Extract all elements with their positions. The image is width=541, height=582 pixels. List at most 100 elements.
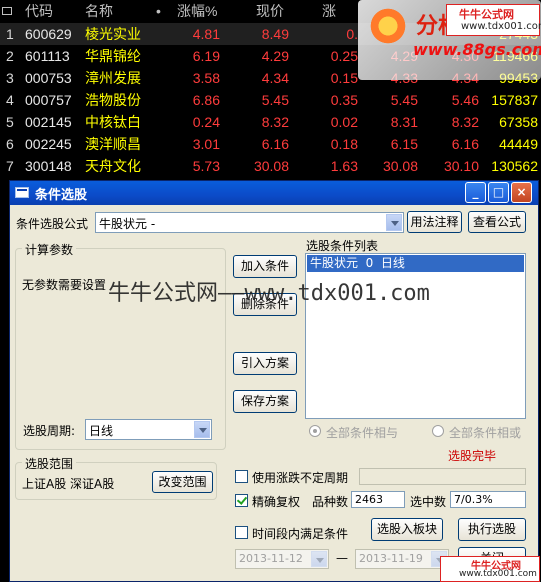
all-or-radio[interactable] — [432, 425, 444, 437]
count-label: 品种数 — [312, 495, 349, 509]
all-and-label[interactable]: 全部条件相与 — [326, 424, 398, 441]
chevron-down-icon[interactable] — [194, 421, 210, 438]
watermark-text: 牛牛公式网——www.tdx001.com — [108, 281, 430, 306]
cell-idx: 2 — [6, 48, 14, 64]
chevron-down-icon[interactable] — [386, 214, 402, 231]
usage-button[interactable]: 用法注释 — [407, 211, 462, 233]
count-field: 2463 — [351, 491, 405, 508]
cell-name: 棱光实业 — [85, 26, 141, 42]
formula-select[interactable]: 牛股状元 - — [95, 212, 404, 233]
cell-idx: 1 — [6, 26, 14, 42]
cell-code: 000753 — [25, 70, 72, 86]
cell-buy: 6.15 — [390, 136, 418, 152]
table-row[interactable]: 5 002145 中核钛白 0.24 8.32 0.02 8.31 8.32 67358 — [0, 111, 541, 133]
chevron-down-icon[interactable] — [311, 551, 327, 567]
cell-code: 300148 — [25, 158, 72, 174]
header-code[interactable]: 代码 — [25, 0, 53, 22]
precise-rights-checkbox[interactable] — [235, 494, 248, 507]
window-icon — [15, 187, 29, 198]
cell-name: 中核钛白 — [85, 114, 141, 130]
stock-table: 代码 名称 • 涨幅% 现价 涨 1 600629 棱光实业 4.81 8.49 0. 2 7… — [0, 0, 541, 180]
table-row[interactable]: 6 002245 澳洋顺昌 3.01 6.16 0.18 6.15 6.16 44449 — [0, 133, 541, 155]
precise-rights-label[interactable]: 精确复权 — [252, 493, 300, 510]
cell-pct: 4.81 — [192, 26, 220, 42]
cell-chg: 0. — [346, 26, 358, 42]
date-from-select[interactable]: 2013-11-12 — [235, 549, 329, 569]
cell-chg: 0.25 — [330, 48, 358, 64]
cell-pct: 3.58 — [192, 70, 220, 86]
import-plan-button[interactable]: 引入方案 — [233, 352, 297, 375]
cell-buy: 30.08 — [382, 158, 418, 174]
cell-vol: 130562 — [491, 158, 538, 174]
cell-name: 天舟文化 — [85, 158, 141, 174]
title-bar[interactable]: 条件选股 _ □ × — [10, 181, 538, 205]
cell-vol: 157837 — [491, 92, 538, 108]
period-select[interactable]: 日线 — [85, 419, 212, 440]
view-formula-button[interactable]: 查看公式 — [468, 211, 526, 233]
stamp-url: www.tdx001.com — [459, 569, 537, 579]
cell-chg: 0.15 — [330, 70, 358, 86]
selected-label: 选中数 — [410, 495, 447, 509]
save-plan-button[interactable]: 保存方案 — [233, 390, 297, 413]
header-name[interactable]: 名称 — [85, 0, 113, 22]
range-group-title: 选股范围 — [22, 455, 77, 472]
uncertain-period-checkbox[interactable] — [235, 470, 248, 483]
to-block-button[interactable]: 选股入板块 — [371, 518, 443, 541]
table-row[interactable]: 7 300148 天舟文化 5.73 30.08 1.63 30.08 30.10 130562 — [0, 155, 541, 177]
cell-idx: 7 — [6, 158, 14, 174]
cell-chg: 0.35 — [330, 92, 358, 108]
minimize-button[interactable]: _ — [465, 182, 486, 203]
logo-site: www.88gs.com — [413, 40, 541, 59]
cell-code: 002145 — [25, 114, 72, 130]
condition-list-label: 选股条件列表 — [306, 239, 379, 253]
change-range-button[interactable]: 改变范围 — [152, 471, 213, 493]
cell-price: 4.34 — [261, 70, 289, 86]
no-params-text: 无参数需要设置 — [22, 278, 107, 292]
header-pct[interactable]: 涨幅% — [177, 0, 217, 22]
cell-idx: 4 — [6, 92, 14, 108]
header-dot: • — [156, 3, 161, 19]
cell-code: 601113 — [25, 48, 70, 64]
cell-idx: 3 — [6, 70, 14, 86]
cell-pct: 6.19 — [192, 48, 220, 64]
header-marker — [2, 7, 12, 15]
watermark-stamp-top: 牛牛公式网 www.tdx001.com — [446, 4, 541, 36]
condition-item[interactable]: 牛股状元 0 日线 — [307, 255, 524, 272]
maximize-button[interactable]: □ — [488, 182, 509, 203]
cell-code: 002245 — [25, 136, 72, 152]
all-and-radio[interactable] — [309, 425, 321, 437]
cell-chg: 0.18 — [330, 136, 358, 152]
header-price[interactable]: 现价 — [256, 0, 284, 22]
header-chg[interactable]: 涨 — [322, 0, 336, 22]
cell-price: 8.49 — [261, 26, 289, 42]
date-from-value: 2013-11-12 — [239, 552, 303, 565]
cell-sell: 5.46 — [451, 92, 479, 108]
cell-pct: 6.86 — [192, 92, 220, 108]
cell-name: 漳州发展 — [85, 70, 141, 86]
status-text: 选股完毕 — [448, 449, 497, 463]
cell-price: 5.45 — [261, 92, 289, 108]
all-or-label[interactable]: 全部条件相或 — [449, 424, 521, 441]
uncertain-period-label[interactable]: 使用涨跌不定周期 — [252, 469, 348, 486]
uncertain-period-field — [359, 468, 526, 485]
cell-sell: 8.32 — [451, 114, 479, 130]
cell-price: 8.32 — [261, 114, 289, 130]
date-dash: — — [336, 551, 348, 565]
condition-select-dialog: 条件选股 _ □ × 条件选股公式 牛股状元 - 用法注释 查看公式 计算参数 … — [9, 180, 539, 582]
cell-price: 6.16 — [261, 136, 289, 152]
table-row[interactable]: 4 000757 浩物股份 6.86 5.45 0.35 5.45 5.46 157837 — [0, 89, 541, 111]
time-range-label[interactable]: 时间段内满足条件 — [252, 525, 348, 542]
time-range-checkbox[interactable] — [235, 526, 248, 539]
selected-field: 7/0.3% — [450, 491, 526, 508]
cell-code: 600629 — [25, 26, 72, 42]
date-to-select[interactable]: 2013-11-19 — [355, 549, 449, 569]
cell-code: 000757 — [25, 92, 72, 108]
cell-name: 华鼎锦纶 — [85, 48, 141, 64]
cell-vol: 67358 — [499, 114, 538, 130]
execute-button[interactable]: 执行选股 — [458, 518, 526, 541]
cell-pct: 3.01 — [192, 136, 220, 152]
period-value: 日线 — [89, 424, 114, 438]
stamp-url: www.tdx001.com — [461, 21, 541, 32]
period-label: 选股周期: — [23, 424, 76, 438]
close-button[interactable]: × — [511, 182, 532, 203]
